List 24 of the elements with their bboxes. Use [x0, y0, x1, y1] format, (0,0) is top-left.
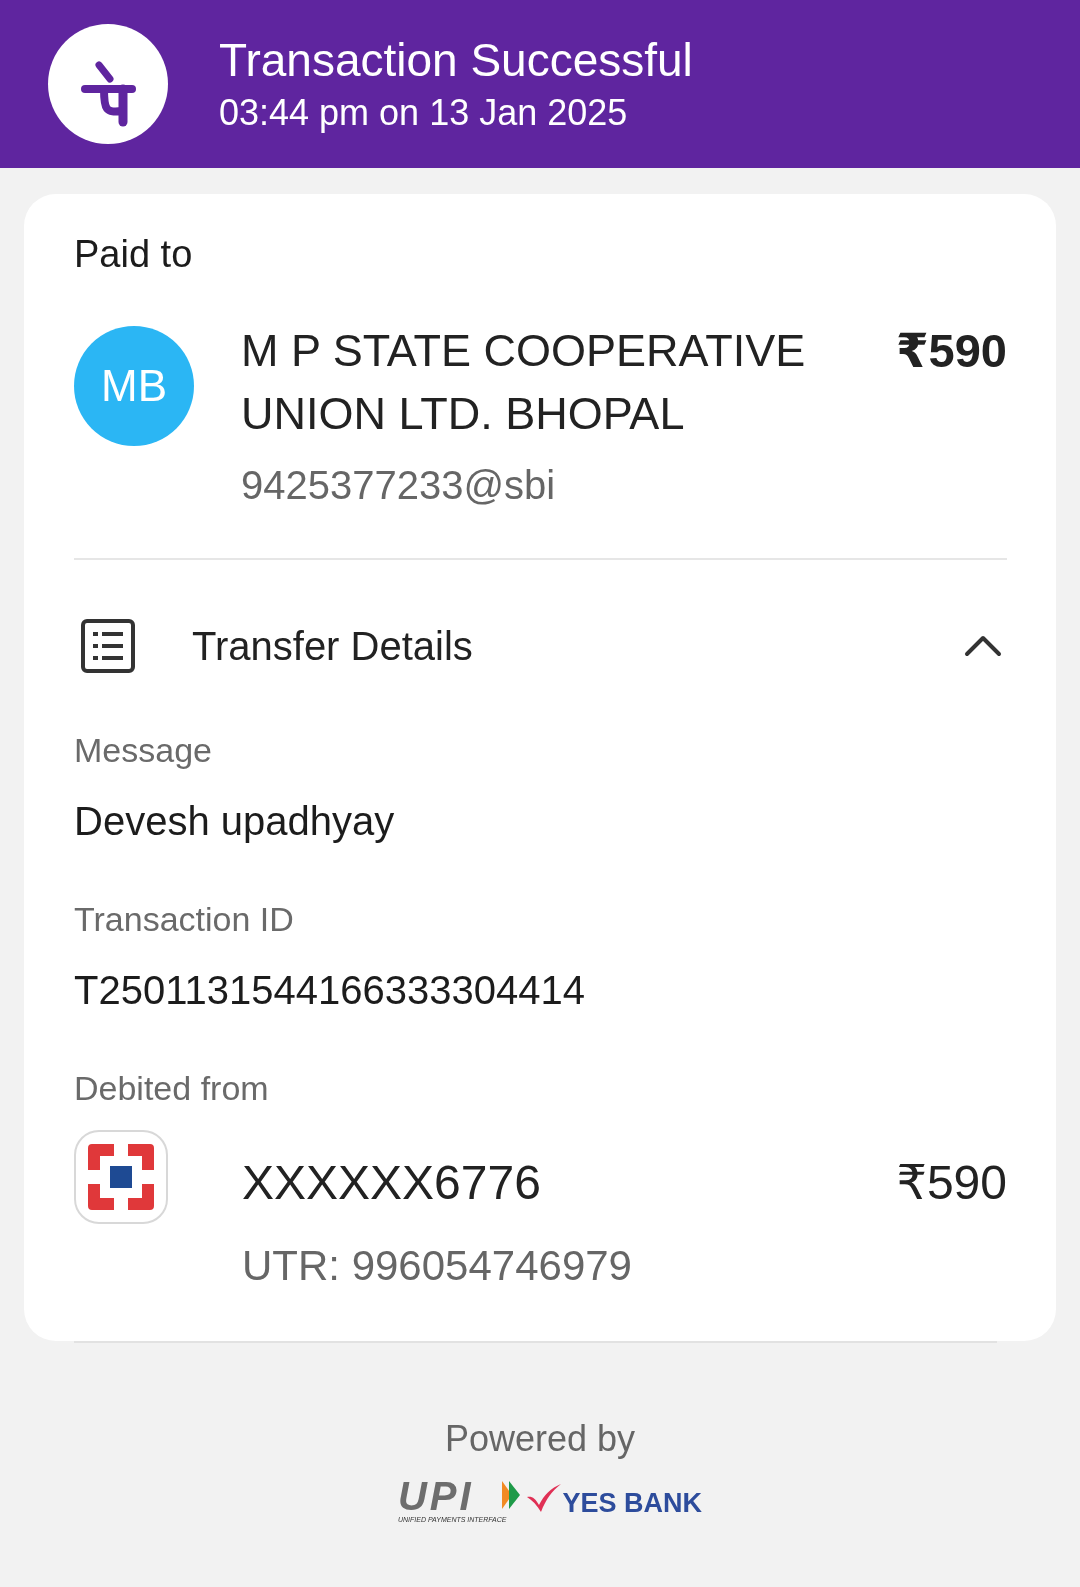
utr-number: UTR: 996054746979 [242, 1241, 633, 1291]
field-value: T2501131544166333304414 [74, 967, 586, 1014]
amount: ₹590 [895, 323, 1007, 379]
field-label: Transaction ID [74, 899, 295, 940]
bank-wordmark: YES BANK [562, 1486, 702, 1519]
chevron-arrows-icon [502, 1480, 521, 1510]
field-label: Debited from [74, 1068, 270, 1109]
status-title: Transaction Successful [219, 33, 693, 87]
upi-id: 9425377233@sbi [241, 462, 557, 509]
timestamp: 03:44 pm on 13 Jan 2025 [219, 91, 629, 135]
bank-logo-icon [74, 1130, 168, 1224]
debited-amount: ₹590 [896, 1155, 1007, 1211]
account-number: XXXXXX6776 [242, 1154, 541, 1211]
payee-name: M P STATE COOPERATIVE UNION LTD. BHOPAL [241, 324, 807, 441]
powered-by-text: Powered by [444, 1417, 636, 1461]
upi-wordmark: UPI [397, 1477, 474, 1515]
section-title: Paid to [74, 232, 194, 277]
field-value: Devesh upadhyay [74, 798, 396, 845]
transfer-details-title: Transfer Details [192, 623, 474, 669]
avatar: MB [74, 326, 194, 446]
logo-icon [48, 24, 168, 144]
list-icon [81, 619, 135, 673]
field-label: Message [74, 730, 213, 771]
transfer-details-toggle[interactable]: Transfer Details [74, 616, 1007, 676]
